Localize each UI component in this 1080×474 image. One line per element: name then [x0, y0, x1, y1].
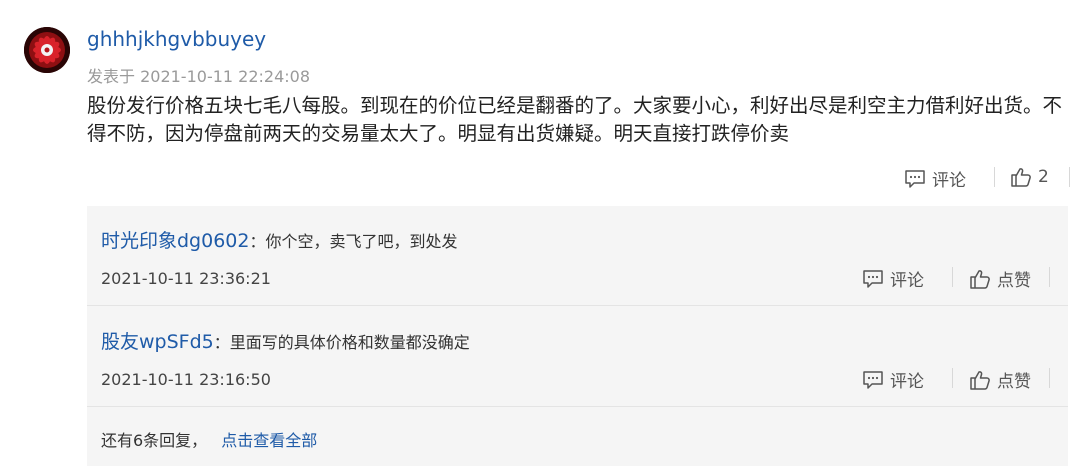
divider — [994, 167, 995, 187]
post-like-button[interactable]: 2 — [1010, 166, 1049, 188]
reply-like-button[interactable]: 点赞 — [969, 367, 1031, 392]
reply-text: 你个空，卖飞了吧，到处发 — [265, 232, 458, 251]
reply-divider — [87, 305, 1068, 306]
more-replies: 还有6条回复， 点击查看全部 — [101, 427, 317, 451]
thumbs-up-icon — [970, 370, 990, 390]
reply-divider — [87, 406, 1068, 407]
reply-colon: ： — [249, 232, 266, 251]
divider — [1049, 267, 1050, 287]
reply-comment-button[interactable]: 评论 — [862, 266, 924, 291]
thumbs-up-icon — [1011, 168, 1031, 187]
post-author-name[interactable]: ghhhjkhgvbbuyey — [87, 27, 266, 51]
post-comment-label: 评论 — [932, 171, 966, 191]
reply-timestamp: 2021-10-11 23:16:50 — [101, 370, 271, 389]
post-body: 股份发行价格五块七毛八每股。到现在的价位已经是翻番的了。大家要小心，利好出尽是利… — [87, 94, 1063, 145]
reply-author-name[interactable]: 股友wpSFd5 — [101, 331, 214, 353]
divider — [952, 267, 953, 287]
reply-colon: ： — [213, 333, 230, 352]
reply-comment-label: 评论 — [890, 271, 924, 291]
reply-item: 时光印象dg0602：你个空，卖飞了吧，到处发 — [101, 226, 458, 253]
reply-comment-label: 评论 — [890, 372, 924, 392]
thumbs-up-icon — [970, 269, 990, 289]
post-like-count: 2 — [1038, 167, 1049, 187]
reply-like-label: 点赞 — [997, 372, 1031, 392]
divider — [952, 368, 953, 388]
comment-icon — [863, 370, 883, 389]
more-replies-text: 还有6条回复， — [101, 431, 208, 450]
reply-comment-button[interactable]: 评论 — [862, 367, 924, 392]
reply-like-button[interactable]: 点赞 — [969, 266, 1031, 291]
reply-text: 里面写的具体价格和数量都没确定 — [229, 333, 470, 352]
reply-list: 时光印象dg0602：你个空，卖飞了吧，到处发 2021-10-11 23:36… — [87, 206, 1068, 466]
post-comment-button[interactable]: 评论 — [904, 166, 966, 191]
avatar[interactable] — [24, 27, 70, 73]
comment-icon — [905, 169, 925, 188]
reply-author-name[interactable]: 时光印象dg0602 — [101, 230, 249, 252]
view-all-replies-link[interactable]: 点击查看全部 — [221, 431, 317, 450]
divider — [1049, 368, 1050, 388]
divider — [1069, 167, 1070, 187]
reply-item: 股友wpSFd5：里面写的具体价格和数量都没确定 — [101, 327, 470, 354]
comment-icon — [863, 269, 883, 288]
reply-like-label: 点赞 — [997, 271, 1031, 291]
post-timestamp: 发表于 2021-10-11 22:24:08 — [87, 67, 311, 86]
reply-timestamp: 2021-10-11 23:36:21 — [101, 269, 271, 288]
